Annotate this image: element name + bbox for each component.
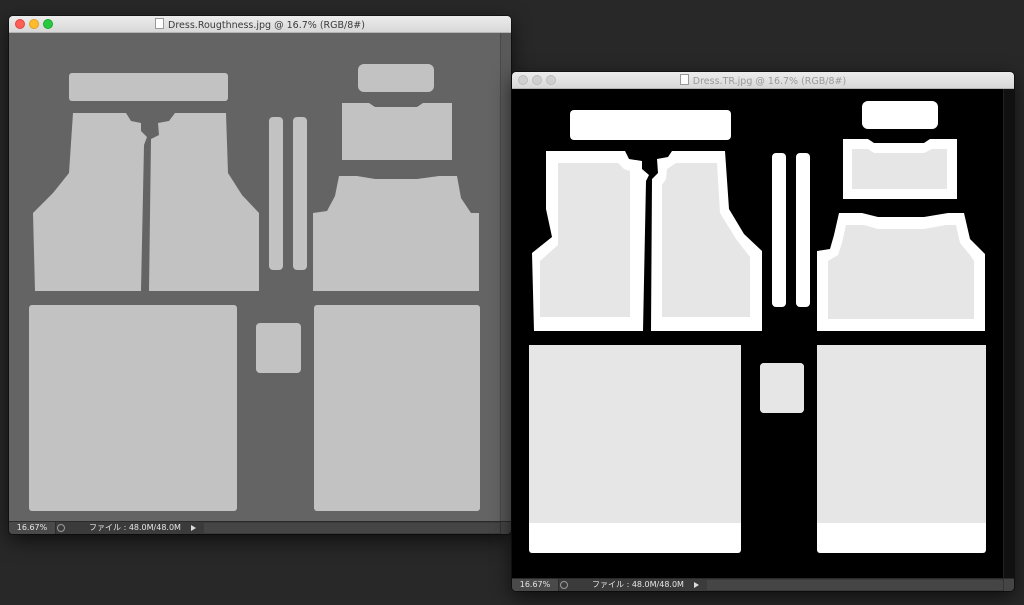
strap-right-piece — [293, 117, 307, 270]
strap-right-piece — [796, 153, 810, 307]
zoom-level-field[interactable]: 16.67% — [512, 579, 559, 591]
status-menu-arrow-icon[interactable] — [191, 525, 196, 531]
tr-status-bar: 16.67% ファイル : 48.0M/48.0M — [512, 578, 1014, 591]
strap-left-piece — [269, 117, 283, 270]
status-menu-arrow-icon[interactable] — [694, 582, 699, 588]
front-left-bodice-piece — [33, 113, 147, 291]
roughness-window-title: Dress.Rougthness.jpg @ 16.7% (RGB/8#) — [9, 18, 511, 31]
tr-window[interactable]: Dress.TR.jpg @ 16.7% (RGB/8#) 16.67% ファイ… — [512, 72, 1014, 591]
collar-piece — [342, 103, 452, 160]
pocket-piece — [256, 323, 301, 373]
roughness-status-bar: 16.67% ファイル : 48.0M/48.0M — [9, 521, 511, 534]
file-size-info: ファイル : 48.0M/48.0M — [592, 580, 684, 589]
file-size-info: ファイル : 48.0M/48.0M — [89, 523, 181, 532]
document-icon — [155, 18, 165, 29]
roughness-title-bar[interactable]: Dress.Rougthness.jpg @ 16.7% (RGB/8#) — [9, 16, 511, 33]
roughness-uv-map — [29, 64, 480, 511]
status-refresh-icon[interactable] — [560, 581, 568, 589]
roughness-vertical-scrollbar[interactable] — [500, 33, 511, 521]
document-icon — [679, 74, 689, 85]
status-refresh-icon[interactable] — [57, 524, 65, 532]
strap-left-piece — [772, 153, 786, 307]
roughness-canvas[interactable] — [9, 33, 511, 521]
resize-corner[interactable] — [500, 522, 511, 534]
collar-top-piece — [358, 64, 434, 92]
resize-corner[interactable] — [1003, 579, 1014, 591]
tr-vertical-scrollbar[interactable] — [1003, 89, 1014, 578]
roughness-window[interactable]: Dress.Rougthness.jpg @ 16.7% (RGB/8#) 16… — [9, 16, 511, 534]
waistband-piece — [69, 73, 228, 101]
tr-horizontal-scrollbar[interactable] — [707, 580, 1004, 590]
zoom-level-field[interactable]: 16.67% — [9, 522, 56, 534]
skirt-front-piece — [29, 305, 237, 511]
tr-canvas[interactable] — [512, 89, 1014, 578]
tr-window-title: Dress.TR.jpg @ 16.7% (RGB/8#) — [512, 74, 1014, 87]
tr-title-bar[interactable]: Dress.TR.jpg @ 16.7% (RGB/8#) — [512, 72, 1014, 89]
roughness-horizontal-scrollbar[interactable] — [204, 523, 501, 533]
waistband-piece — [570, 110, 731, 140]
collar-top-piece — [862, 101, 938, 129]
tr-uv-map — [529, 101, 986, 553]
back-bodice-piece — [313, 176, 479, 291]
front-right-bodice-piece — [149, 113, 259, 291]
skirt-back-piece — [314, 305, 480, 511]
